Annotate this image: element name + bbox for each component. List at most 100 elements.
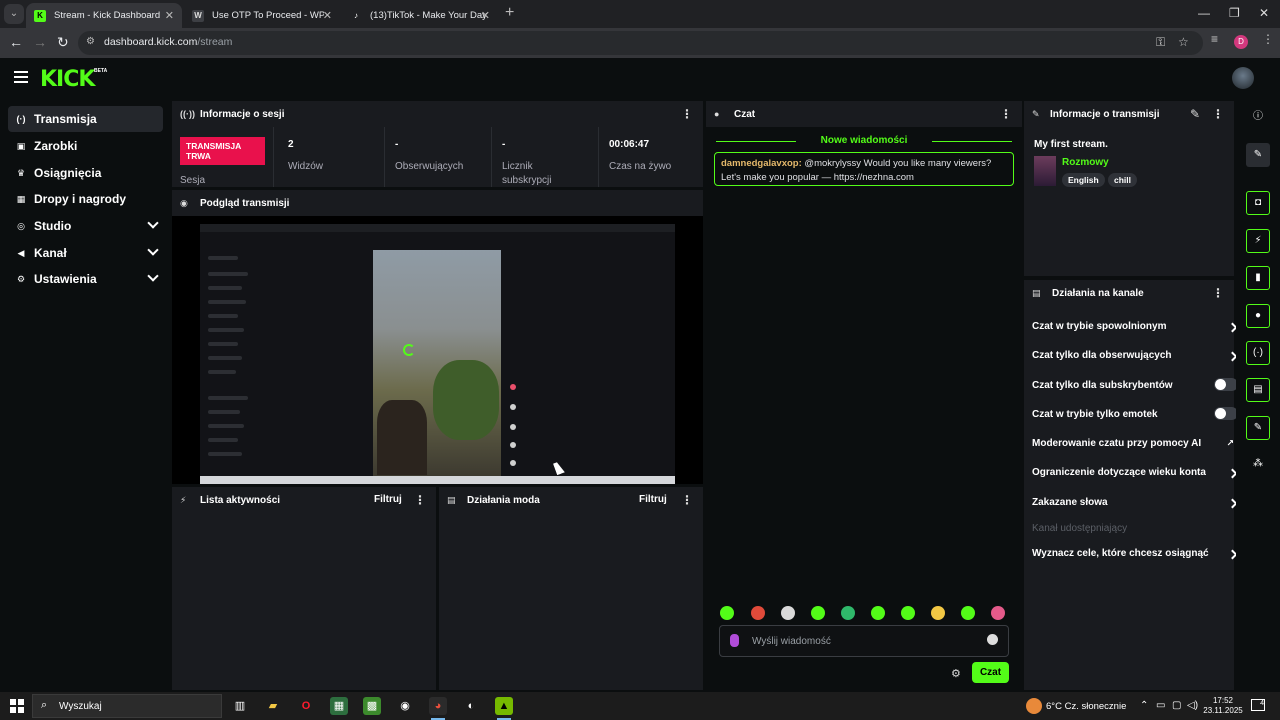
menu-icon[interactable] [14, 71, 28, 83]
emote-icon[interactable] [901, 606, 915, 620]
more-options-icon[interactable]: ⋮ [681, 107, 693, 121]
opera-icon[interactable]: O [297, 697, 315, 715]
chat-input-box[interactable] [719, 625, 1009, 657]
action-ai-moderation[interactable]: Moderowanie czatu przy pomocy AI ↗ [1032, 438, 1234, 458]
microphone-icon[interactable] [730, 634, 739, 647]
reading-list-icon[interactable]: ≡ [1211, 32, 1218, 46]
sidebar-item-dropy[interactable]: ▦ Dropy i nagrody [8, 186, 163, 212]
new-tab-button[interactable]: + [505, 4, 514, 22]
sidebar-item-kanal[interactable]: ◀ Kanał [8, 240, 163, 266]
emote-icon[interactable] [781, 606, 795, 620]
info-icon[interactable]: ⓘ [1246, 106, 1270, 130]
close-icon[interactable]: ✕ [323, 9, 332, 22]
browser-menu-icon[interactable]: ⋮ [1262, 32, 1274, 46]
sidebar-item-ustawienia[interactable]: ⚙ Ustawienia [8, 266, 163, 292]
more-options-icon[interactable]: ⋮ [414, 493, 426, 507]
weather-icon[interactable] [1026, 698, 1042, 714]
emote-only-toggle[interactable] [1214, 407, 1238, 420]
subscribers-only-toggle[interactable] [1214, 378, 1238, 391]
stream-preview[interactable] [172, 216, 703, 484]
volume-icon[interactable]: ◁) [1187, 700, 1198, 711]
steam-icon[interactable]: ◉ [396, 697, 414, 715]
category-thumbnail[interactable] [1034, 156, 1056, 186]
tab-tiktok[interactable]: ♪ (13)TikTok - Make Your Day ✕ [342, 3, 498, 28]
profile-avatar[interactable]: D [1234, 35, 1248, 49]
action-banned-words[interactable]: Zakazane słowa [1032, 497, 1238, 517]
forward-button[interactable]: → [33, 34, 47, 50]
action-slow-mode[interactable]: Czat w trybie spowolnionym [1032, 321, 1238, 341]
sidebar-item-transmisja[interactable]: (·) Transmisja [8, 106, 163, 132]
tab-kick-dashboard[interactable]: K Stream - Kick Dashboard ✕ [26, 3, 182, 28]
focus-icon[interactable]: ◘ [1246, 191, 1270, 215]
emote-icon[interactable] [751, 606, 765, 620]
broadcast-icon[interactable]: (·) [1246, 341, 1270, 365]
notification-icon[interactable]: 4 [1251, 699, 1265, 711]
add-widget-icon[interactable]: ⁂ [1246, 453, 1270, 477]
file-explorer-icon[interactable]: ▰ [264, 697, 282, 715]
action-set-goals[interactable]: Wyznacz cele, które chcesz osiągnąć [1032, 548, 1238, 568]
emoji-icon[interactable] [987, 634, 998, 645]
tray-chevron-icon[interactable]: ⌃ [1140, 700, 1148, 711]
more-options-icon[interactable]: ⋮ [1212, 107, 1224, 121]
emote-icon[interactable] [720, 606, 734, 620]
tab-wordpress[interactable]: W Use OTP To Proceed - WP Pocz ✕ [184, 3, 340, 28]
sidebar-item-osiagniecia[interactable]: ♛ Osiągnięcia [8, 160, 163, 186]
more-options-icon[interactable]: ⋮ [1212, 286, 1224, 300]
window-close-button[interactable]: ✕ [1259, 6, 1269, 20]
network-icon[interactable]: ▭ [1156, 700, 1165, 711]
filter-button[interactable]: Filtruj [639, 494, 667, 505]
url-bar[interactable]: ⚙ dashboard.kick.com/stream ⚿ ☆ [78, 31, 1203, 55]
system-clock[interactable]: 17:52 23.11.2025 [1201, 696, 1245, 716]
edit-icon[interactable]: ✎ [1246, 143, 1270, 167]
task-view-icon[interactable]: ▥ [231, 697, 249, 715]
filter-button[interactable]: Filtruj [374, 494, 402, 505]
tab-search-button[interactable]: ⌄ [4, 4, 24, 24]
chat-icon[interactable]: ● [1246, 304, 1270, 328]
document-icon[interactable]: ▮ [1246, 266, 1270, 290]
sidebar-item-studio[interactable]: ◎ Studio [8, 213, 163, 239]
action-account-age[interactable]: Ograniczenie dotyczące wieku konta [1032, 467, 1238, 487]
emote-icon[interactable] [871, 606, 885, 620]
weather-text[interactable]: 6°C Cz. słonecznie [1046, 701, 1126, 712]
edit-icon[interactable]: ✎ [1190, 107, 1200, 121]
kick-logo[interactable]: KICK [40, 67, 95, 92]
game-app-icon[interactable]: ▦ [330, 697, 348, 715]
back-button[interactable]: ← [9, 34, 23, 50]
chat-message-input[interactable] [752, 633, 972, 649]
chat-send-button[interactable]: Czat [972, 662, 1009, 683]
reload-button[interactable]: ↻ [57, 34, 69, 51]
nvidia-icon[interactable]: ▲ [495, 697, 513, 720]
taskbar-search[interactable]: ⌕ Wyszukaj [32, 694, 222, 718]
more-options-icon[interactable]: ⋮ [1000, 107, 1012, 121]
emote-icon[interactable] [991, 606, 1005, 620]
site-info-icon[interactable]: ⚙ [86, 36, 100, 50]
sidebar-item-zarobki[interactable]: ▣ Zarobki [8, 133, 163, 159]
stream-category[interactable]: Rozmowy [1062, 157, 1109, 168]
windows-start-icon[interactable] [10, 699, 24, 713]
chrome-icon[interactable]: ◕ [429, 697, 447, 720]
user-avatar[interactable] [1232, 67, 1254, 89]
actions-icon[interactable]: ▤ [1246, 378, 1270, 402]
obs-icon[interactable]: ◐ [462, 697, 480, 715]
restore-button[interactable]: ❐ [1229, 6, 1240, 20]
password-key-icon[interactable]: ⚿ [1156, 35, 1165, 50]
more-options-icon[interactable]: ⋮ [681, 493, 693, 507]
display-icon[interactable]: ▢ [1172, 700, 1181, 711]
shield-icon: ▤ [447, 494, 456, 505]
minecraft-icon[interactable]: ▩ [363, 697, 381, 715]
emote-icon[interactable] [811, 606, 825, 620]
emote-icon[interactable] [961, 606, 975, 620]
chat-message[interactable]: damnedgalavxop: @mokrylyssy Would you li… [714, 152, 1014, 186]
gear-icon[interactable]: ⚙ [951, 667, 961, 680]
emote-icon[interactable] [931, 606, 945, 620]
emote-icon[interactable] [841, 606, 855, 620]
wrench-icon[interactable]: ✎ [1246, 416, 1270, 440]
close-icon[interactable]: ✕ [165, 9, 174, 22]
minimize-button[interactable]: — [1198, 6, 1210, 20]
chat-username[interactable]: damnedgalavxop: [721, 158, 802, 169]
close-icon[interactable]: ✕ [481, 9, 490, 22]
action-followers-only[interactable]: Czat tylko dla obserwujących [1032, 350, 1238, 370]
lightning-icon[interactable]: ⚡ [1246, 229, 1270, 253]
new-messages-divider[interactable]: Nowe wiadomości [716, 135, 1012, 146]
bookmark-star-icon[interactable]: ☆ [1178, 35, 1189, 49]
